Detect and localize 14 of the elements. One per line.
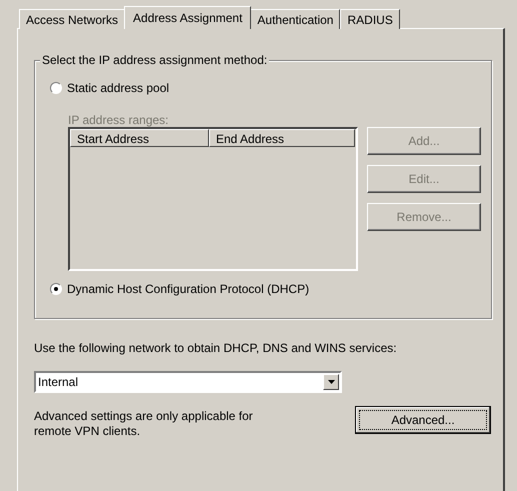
radio-label[interactable]: Static address pool [67,81,170,95]
network-dropdown[interactable]: Internal [34,371,342,393]
ranges-label: IP address ranges: [68,113,169,127]
network-label: Use the following network to obtain DHCP, DNS and WINS services: [34,341,398,355]
group-label: Select the IP address assignment method: [40,53,270,67]
tab[interactable]: Authentication [250,9,340,29]
advanced-note: Advanced settings are only applicable for remote VPN clients. [34,409,254,439]
advanced-button[interactable]: Advanced... [355,406,491,434]
radio-button[interactable] [50,82,62,94]
radio-button[interactable] [50,283,62,295]
tab[interactable]: RADIUS [340,9,400,29]
radio-label[interactable]: Dynamic Host Configuration Protocol (DHCP) [67,282,310,296]
tab[interactable]: Access Networks [19,9,126,29]
tab[interactable]: Address Assignment [124,6,252,29]
